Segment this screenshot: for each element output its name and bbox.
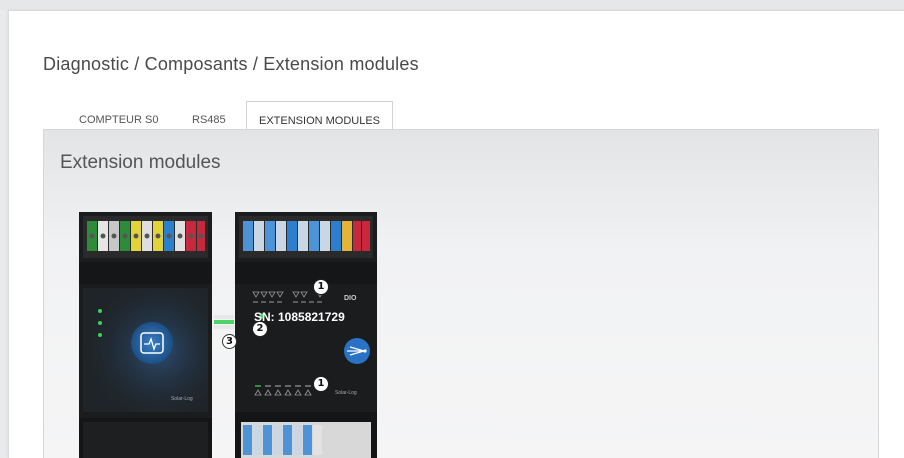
breadcrumb: Diagnostic / Composants / Extension modu… <box>43 54 419 74</box>
top-bar <box>0 0 904 10</box>
panel-title: Extension modules <box>60 152 221 173</box>
callout-badge-1-bottom: 1 <box>314 377 328 391</box>
connector-cable-image <box>214 315 234 329</box>
svg-text:Solar-Log: Solar-Log <box>335 390 357 396</box>
callout-badge-2: 2 <box>253 322 267 336</box>
serial-number: SN: 1085821729 <box>254 310 345 324</box>
svg-text:Solar-Log: Solar-Log <box>171 396 193 402</box>
callout-badge-1-top: 1 <box>314 280 328 294</box>
solar-log-device-image: Solar-Log <box>79 212 212 458</box>
extension-modules-panel: Extension modules Solar-Log Solar-Log DI… <box>43 129 879 458</box>
dio-label: DIO <box>344 295 357 302</box>
callout-badge-3: 3 <box>222 334 237 349</box>
